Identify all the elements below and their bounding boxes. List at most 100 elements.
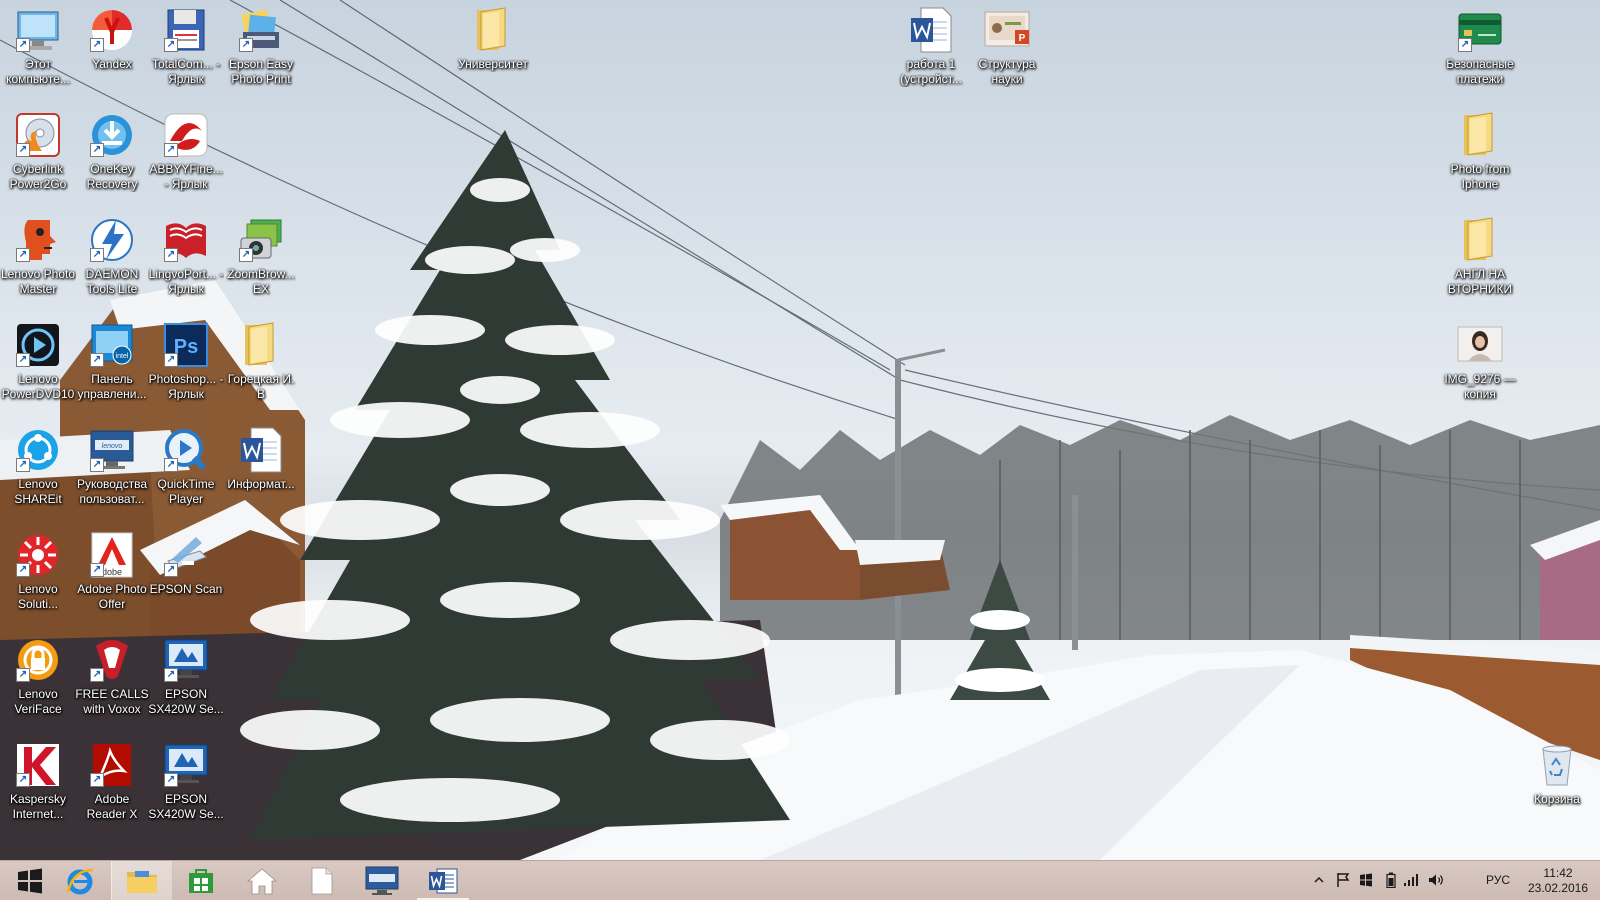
taskbar-home[interactable] <box>232 861 292 900</box>
desktop-icon-label: Kaspersky Internet... <box>9 792 67 821</box>
desktop-icon-user-guides[interactable]: lenovo ↗ Руководства пользоват... <box>74 420 150 524</box>
desktop-icon-lenovo-veriface[interactable]: ↗ Lenovo VeriFace <box>0 630 76 734</box>
voxox-icon: ↗ <box>88 636 136 684</box>
desktop-icon-struktura-ppt[interactable]: P Структура науки <box>969 0 1045 104</box>
taskbar-document[interactable] <box>292 861 352 900</box>
taskbar-file-explorer[interactable] <box>111 861 173 900</box>
photo-print-icon: ↗ <box>237 6 285 54</box>
show-hidden-icons-button[interactable] <box>1310 871 1328 889</box>
shortcut-arrow-icon: ↗ <box>90 458 104 472</box>
desktop-icon-cyberlink-power2go[interactable]: ↗ Cyberlink Power2Go <box>0 105 76 209</box>
abbyy-icon: ↗ <box>162 111 210 159</box>
desktop-icon-goretskaya-folder[interactable]: Горецкая И. В <box>223 315 299 419</box>
book-icon: ↗ <box>162 216 210 264</box>
shortcut-arrow-icon: ↗ <box>90 773 104 787</box>
desktop-icon-voxox[interactable]: ↗ FREE CALLS with Voxox <box>74 630 150 734</box>
word-doc-icon <box>237 426 285 474</box>
desktop-icon-informatika-doc[interactable]: Информат... <box>223 420 299 524</box>
speaker-icon <box>1429 874 1443 886</box>
desktop-icon-label: Этот компьюте... <box>6 57 70 86</box>
face-profile-icon: ↗ <box>14 216 62 264</box>
network-button[interactable] <box>1402 871 1420 889</box>
desktop-icon-recycle-bin[interactable]: Корзина <box>1519 735 1595 839</box>
desktop-icon-label: Корзина <box>1534 792 1580 806</box>
desktop-icon-onekey-recovery[interactable]: ↗ OneKey Recovery <box>74 105 150 209</box>
desktop-icon-epson-scan[interactable]: ↗ EPSON Scan <box>148 525 224 629</box>
desktop-icon-label: TotalCom... - Ярлык <box>151 57 220 86</box>
intel-panel-icon: intel ↗ <box>88 321 136 369</box>
folder-icon <box>469 6 517 54</box>
shortcut-arrow-icon: ↗ <box>16 248 30 262</box>
desktop-icon-quicktime[interactable]: ↗ QuickTime Player <box>148 420 224 524</box>
desktop-icon-label: АНГЛ НА ВТОРНИКИ <box>1447 267 1513 296</box>
desktop-icon-label: Панель управлени... <box>77 372 147 401</box>
shortcut-arrow-icon: ↗ <box>90 38 104 52</box>
shortcut-arrow-icon: ↗ <box>239 248 253 262</box>
disc-burn-icon: ↗ <box>14 111 62 159</box>
desktop-icon-label: Adobe Reader X <box>86 792 138 821</box>
desktop-icon-rabota-doc[interactable]: работа 1 (устройст... <box>893 0 969 104</box>
epson-monitor-icon: ↗ <box>162 741 210 789</box>
desktop-icon-label: EPSON SX420W Se... <box>148 792 224 821</box>
windows-tray-button[interactable] <box>1357 871 1375 889</box>
desktop-icon-label: LingvoPort... - Ярлык <box>148 267 224 296</box>
desktop-icon-kaspersky[interactable]: ↗ Kaspersky Internet... <box>0 735 76 839</box>
floppy-disk-icon: ↗ <box>162 6 210 54</box>
desktop-icon-lenovo-shareit[interactable]: ↗ Lenovo SHAREit <box>0 420 76 524</box>
lock-face-icon: ↗ <box>14 636 62 684</box>
desktop-icon-epson-sx420w-2[interactable]: ↗ EPSON SX420W Se... <box>148 735 224 839</box>
desktop-icon-label: Photoshop... - Ярлык <box>148 372 224 401</box>
desktop-icon-label: FREE CALLS with Voxox <box>75 687 149 716</box>
shortcut-arrow-icon: ↗ <box>90 143 104 157</box>
chevron-up-icon <box>1314 876 1324 883</box>
clock[interactable]: 11:42 23.02.2016 <box>1518 866 1598 896</box>
desktop-icon-lenovo-solution[interactable]: ↗ Lenovo Soluti... <box>0 525 76 629</box>
desktop-icon-label: Безопасные платежи <box>1446 57 1514 86</box>
desktop-icon-lenovo-photo-master[interactable]: ↗ Lenovo Photo Master <box>0 210 76 314</box>
home-icon <box>247 867 277 894</box>
desktop-icon-epson-easy-photo-print[interactable]: ↗ Epson Easy Photo Print <box>223 0 299 104</box>
desktop-icon-daemon-tools[interactable]: ↗ DAEMON Tools Lite <box>74 210 150 314</box>
desktop-icon-photo-iphone-folder[interactable]: Photo from Iphone <box>1442 105 1518 209</box>
taskbar-lenovo[interactable] <box>352 861 412 900</box>
word-icon <box>429 868 458 893</box>
recovery-icon: ↗ <box>88 111 136 159</box>
shortcut-arrow-icon: ↗ <box>164 353 178 367</box>
desktop-icon-angl-folder[interactable]: АНГЛ НА ВТОРНИКИ <box>1442 210 1518 314</box>
shortcut-arrow-icon: ↗ <box>164 248 178 262</box>
taskbar-store[interactable] <box>171 861 231 900</box>
desktop-icon-label: Информат... <box>227 477 295 491</box>
desktop-icon-label: Lenovo VeriFace <box>14 687 62 716</box>
shortcut-arrow-icon: ↗ <box>16 143 30 157</box>
desktop-icon-label: Adobe Photo Offer <box>77 582 147 611</box>
desktop-icon-abbyy-finereader[interactable]: ↗ ABBYYFine... - Ярлык <box>148 105 224 209</box>
flag-icon <box>1337 873 1350 887</box>
battery-button[interactable] <box>1382 871 1400 889</box>
credit-card-icon: ↗ <box>1456 6 1504 54</box>
windows-logo-icon <box>18 868 42 893</box>
shortcut-arrow-icon: ↗ <box>16 38 30 52</box>
action-center-button[interactable] <box>1334 871 1352 889</box>
input-language-indicator[interactable]: РУС <box>1486 873 1510 887</box>
shortcut-arrow-icon: ↗ <box>164 143 178 157</box>
desktop-icon-lingvoport[interactable]: ↗ LingvoPort... - Ярлык <box>148 210 224 314</box>
taskbar-internet-explorer[interactable] <box>50 861 110 900</box>
computer-icon: ↗ <box>14 6 62 54</box>
desktop-icon-yandex[interactable]: ↗ Yandex <box>74 0 150 104</box>
desktop-icon-adobe-reader[interactable]: ↗ Adobe Reader X <box>74 735 150 839</box>
desktop-icon-lenovo-powerdvd[interactable]: ↗ Lenovo PowerDVD10 <box>0 315 76 419</box>
svg-text:lenovo: lenovo <box>102 443 123 450</box>
taskbar-word[interactable] <box>413 861 473 900</box>
desktop-icon-universitet-folder[interactable]: Университет <box>455 0 531 104</box>
desktop-icon-safe-payments[interactable]: ↗ Безопасные платежи <box>1442 0 1518 104</box>
desktop-icon-adobe-photo-offer[interactable]: dobe ↗ Adobe Photo Offer <box>74 525 150 629</box>
desktop-icon-totalcommander[interactable]: ↗ TotalCom... - Ярлык <box>148 0 224 104</box>
shortcut-arrow-icon: ↗ <box>16 458 30 472</box>
desktop-icon-photoshop[interactable]: Ps ↗ Photoshop... - Ярлык <box>148 315 224 419</box>
desktop-icon-control-panel[interactable]: intel ↗ Панель управлени... <box>74 315 150 419</box>
desktop-icon-epson-sx420w-1[interactable]: ↗ EPSON SX420W Se... <box>148 630 224 734</box>
volume-button[interactable] <box>1427 871 1445 889</box>
desktop-icon-img-9276[interactable]: IMG_9276 — копия <box>1442 315 1518 419</box>
desktop-icon-this-pc[interactable]: ↗ Этот компьюте... <box>0 0 76 104</box>
desktop-icon-zoombrowser[interactable]: ↗ ZoomBrow... EX <box>223 210 299 314</box>
